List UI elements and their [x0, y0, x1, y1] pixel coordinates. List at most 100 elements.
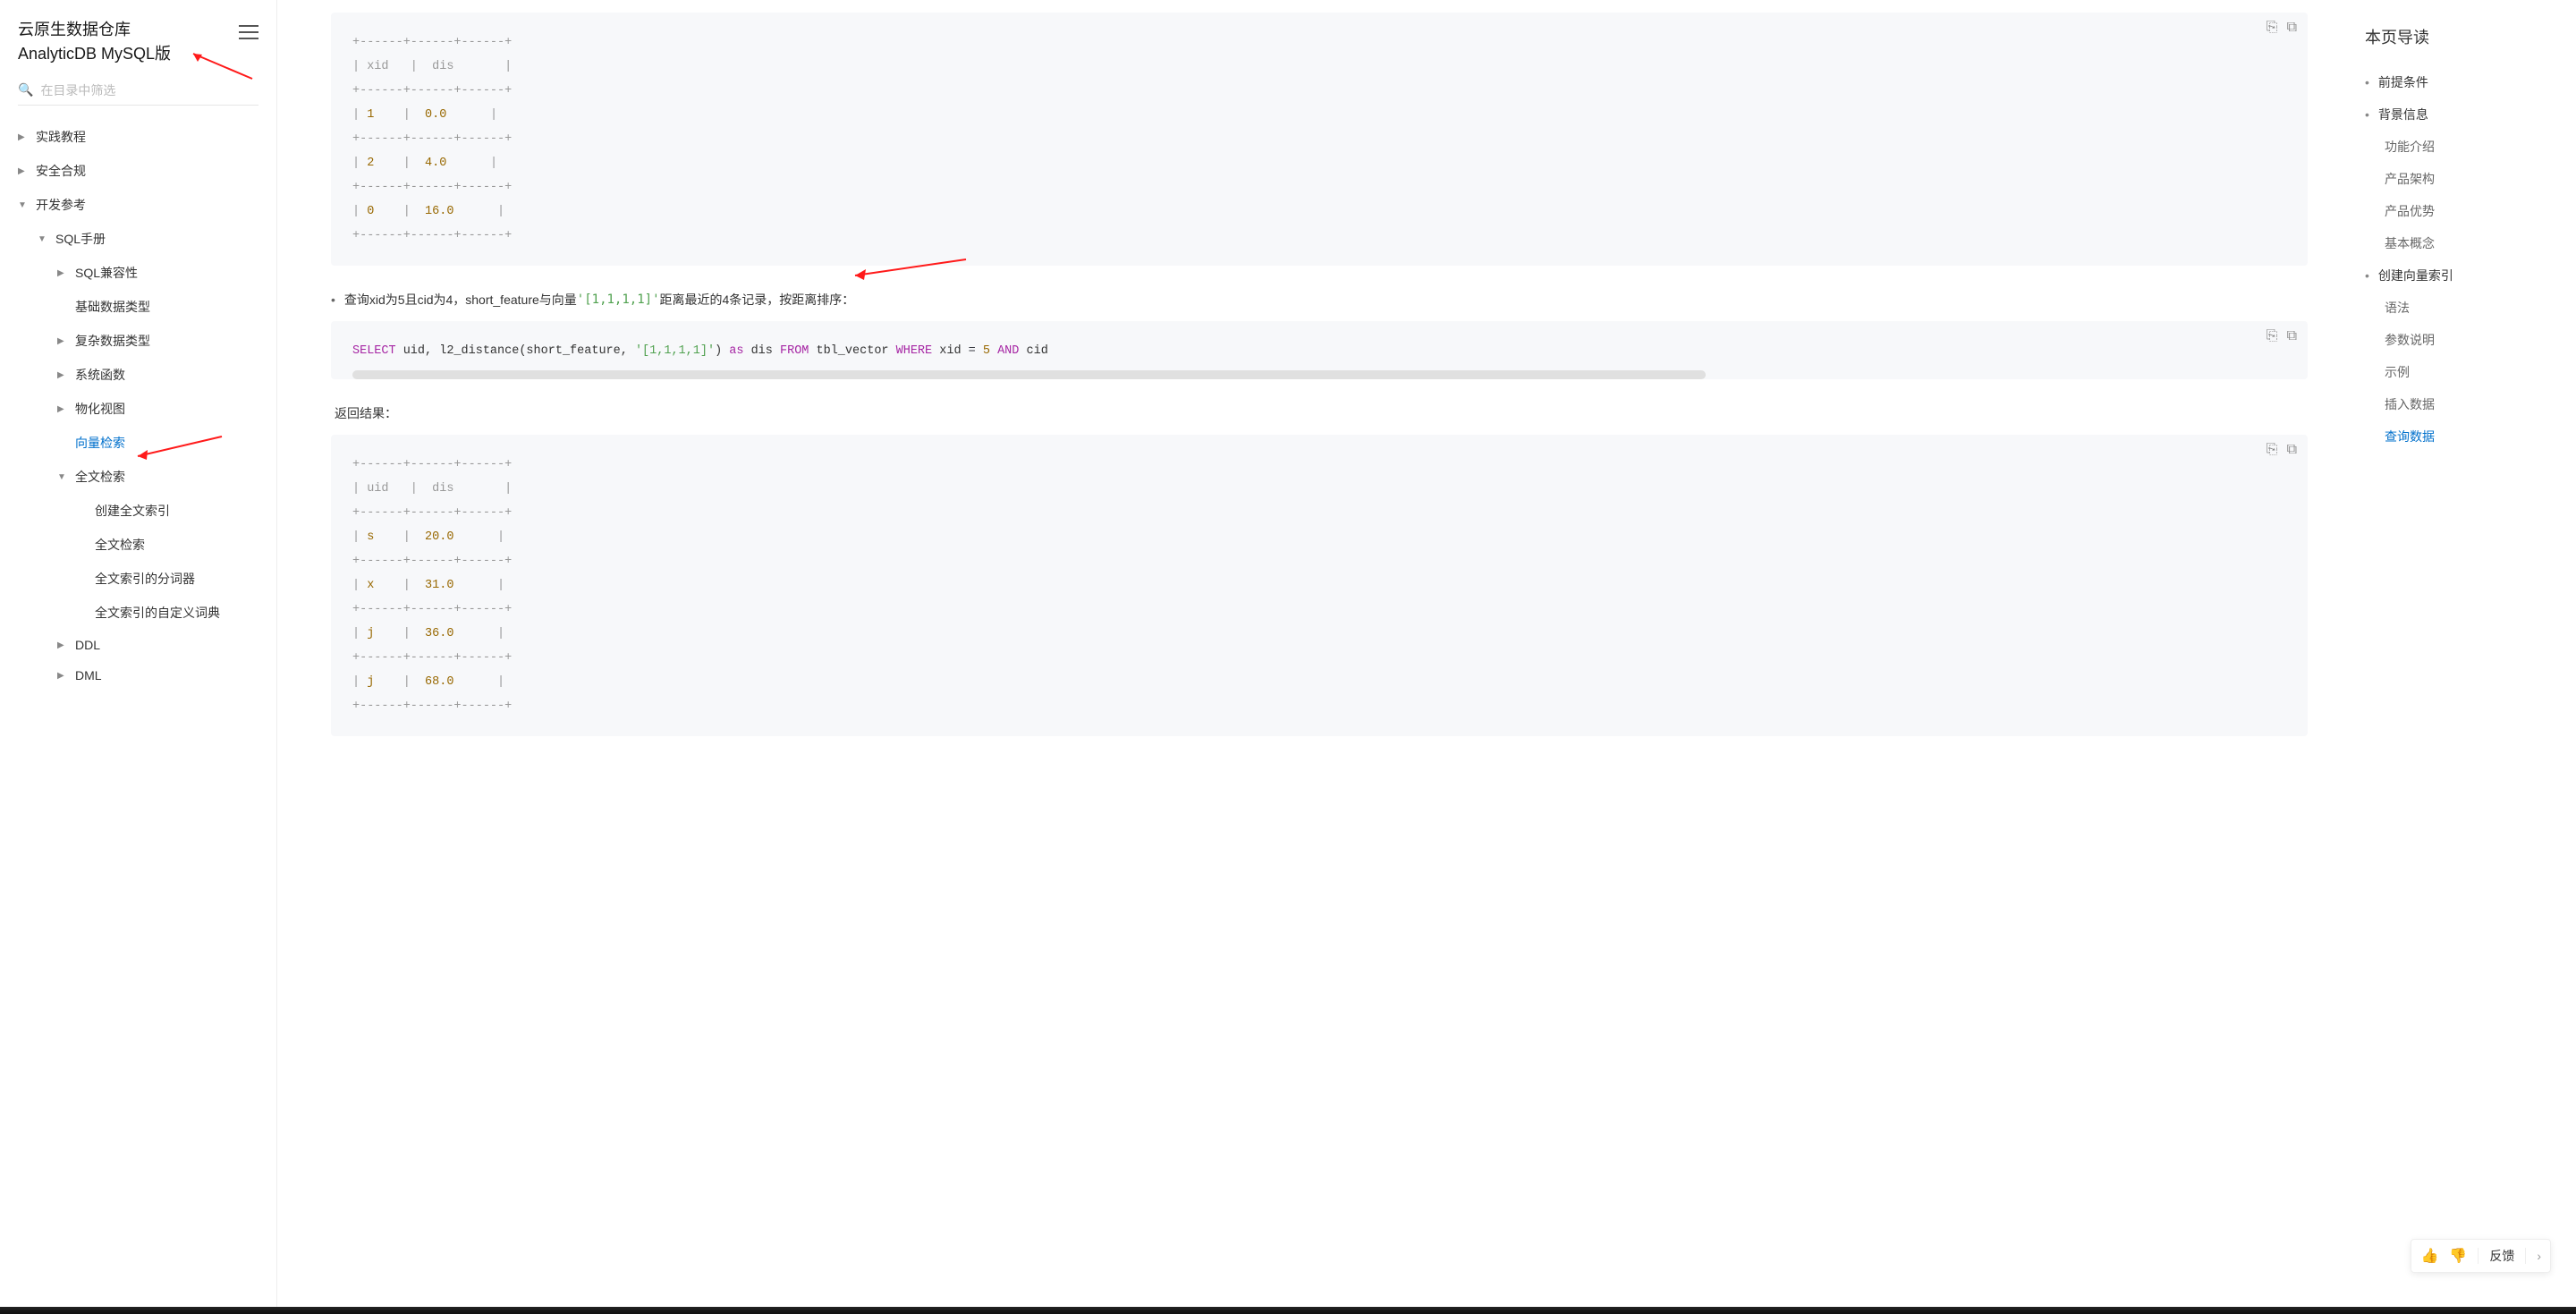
caret-icon: ▶ [57, 671, 70, 681]
query-description: 查询xid为5且cid为4，short_feature与向量 '[1,1,1,1… [331, 291, 2308, 309]
caret-icon: ▼ [57, 472, 70, 482]
copy-icon[interactable]: ⧉ [2287, 328, 2297, 344]
nav-item-5[interactable]: 基础数据类型 [18, 290, 258, 324]
feedback-widget: 👍 👎 反馈 › [2411, 1239, 2551, 1273]
nav-item-6[interactable]: ▶ 复杂数据类型 [18, 324, 258, 358]
nav-item-14[interactable]: 全文索引的自定义词典 [18, 596, 258, 630]
nav-item-9[interactable]: 向量检索 [18, 426, 258, 460]
chevron-right-icon[interactable]: › [2537, 1249, 2541, 1263]
caret-icon [77, 506, 89, 516]
horizontal-scrollbar[interactable] [352, 370, 1706, 379]
nav-item-1[interactable]: ▶ 安全合规 [18, 154, 258, 188]
result-table-2-pre: +------+------+------+ | uid | dis | +--… [352, 453, 2286, 736]
nav-item-label: SQL手册 [55, 230, 106, 248]
wrap-icon[interactable]: ⎘ [2267, 442, 2278, 458]
nav-item-4[interactable]: ▶ SQL兼容性 [18, 256, 258, 290]
toc-item-0[interactable]: 前提条件 [2365, 66, 2555, 98]
nav-item-label: 基础数据类型 [75, 298, 150, 316]
wrap-icon[interactable]: ⎘ [2267, 20, 2278, 36]
nav-item-15[interactable]: ▶ DDL [18, 630, 258, 660]
toc-item-2[interactable]: 功能介绍 [2365, 131, 2555, 163]
sql-query-pre: SELECT uid, l2_distance(short_feature, '… [352, 339, 2286, 370]
toc-item-10[interactable]: 插入数据 [2365, 388, 2555, 420]
nav-item-label: 向量检索 [75, 434, 125, 452]
thumbs-down-icon[interactable]: 👎 [2449, 1247, 2467, 1265]
left-sidebar: 云原生数据仓库 AnalyticDB MySQL版 🔍 ▶ 实践教程 ▶ 安全合规 ▼ 开… [0, 0, 277, 1314]
toc-item-8[interactable]: 参数说明 [2365, 324, 2555, 356]
nav-item-label: 全文索引的分词器 [95, 570, 195, 588]
nav-item-label: 安全合规 [36, 162, 86, 180]
toc-item-1[interactable]: 背景信息 [2365, 98, 2555, 131]
caret-icon: ▶ [57, 268, 70, 278]
caret-icon [77, 540, 89, 550]
nav-item-13[interactable]: 全文索引的分词器 [18, 562, 258, 596]
main-content: ⎘ ⧉ +------+------+------+ | xid | dis |… [277, 0, 2343, 1314]
toc-list: 前提条件背景信息功能介绍产品架构产品优势基本概念创建向量索引语法参数说明示例插入… [2365, 66, 2555, 453]
nav-item-label: 系统函数 [75, 366, 125, 384]
product-title: 云原生数据仓库 AnalyticDB MySQL版 [18, 18, 171, 66]
caret-icon: ▶ [18, 166, 30, 176]
toc-item-11[interactable]: 查询数据 [2365, 420, 2555, 453]
divider [2478, 1248, 2479, 1264]
nav-item-7[interactable]: ▶ 系统函数 [18, 358, 258, 392]
sidebar-search-input[interactable] [40, 83, 258, 97]
caret-icon [77, 608, 89, 618]
result-label: 返回结果： [335, 404, 2308, 422]
caret-icon: ▶ [57, 640, 70, 650]
toc-item-4[interactable]: 产品优势 [2365, 195, 2555, 227]
caret-icon [77, 574, 89, 584]
copy-icon[interactable]: ⧉ [2287, 442, 2297, 458]
nav-item-label: 复杂数据类型 [75, 332, 150, 350]
nav-item-11[interactable]: 创建全文索引 [18, 494, 258, 528]
nav-item-label: SQL兼容性 [75, 264, 138, 282]
nav-item-16[interactable]: ▶ DML [18, 660, 258, 691]
wrap-icon[interactable]: ⎘ [2267, 328, 2278, 344]
caret-icon: ▼ [38, 234, 50, 244]
nav-tree: ▶ 实践教程 ▶ 安全合规 ▼ 开发参考 ▼ SQL手册 ▶ SQL兼容性 基础数据类型 ▶ 复杂数据… [18, 120, 258, 691]
feedback-label[interactable]: 反馈 [2489, 1247, 2514, 1265]
search-icon: 🔍 [18, 82, 33, 97]
nav-item-12[interactable]: 全文检索 [18, 528, 258, 562]
toc-item-3[interactable]: 产品架构 [2365, 163, 2555, 195]
nav-item-10[interactable]: ▼ 全文检索 [18, 460, 258, 494]
nav-item-label: 创建全文索引 [95, 502, 170, 520]
nav-item-8[interactable]: ▶ 物化视图 [18, 392, 258, 426]
caret-icon [57, 438, 70, 448]
inline-vector-literal: '[1,1,1,1]' [577, 292, 660, 307]
hamburger-icon[interactable] [239, 25, 258, 39]
nav-item-0[interactable]: ▶ 实践教程 [18, 120, 258, 154]
divider [2525, 1248, 2526, 1264]
toc-item-7[interactable]: 语法 [2365, 292, 2555, 324]
toc-item-9[interactable]: 示例 [2365, 356, 2555, 388]
toc-item-6[interactable]: 创建向量索引 [2365, 259, 2555, 292]
caret-icon [57, 302, 70, 312]
toc-item-5[interactable]: 基本概念 [2365, 227, 2555, 259]
product-title-line1: 云原生数据仓库 [18, 18, 171, 42]
sql-query-block: ⎘ ⧉ SELECT uid, l2_distance(short_featur… [331, 321, 2308, 379]
nav-item-label: DDL [75, 638, 100, 652]
copy-icon[interactable]: ⧉ [2287, 20, 2297, 36]
os-taskbar [0, 1307, 2576, 1314]
nav-item-label: 全文索引的自定义词典 [95, 604, 220, 622]
caret-icon: ▶ [57, 336, 70, 346]
thumbs-up-icon[interactable]: 👍 [2420, 1247, 2438, 1265]
nav-item-label: 开发参考 [36, 196, 86, 214]
caret-icon: ▶ [57, 370, 70, 380]
nav-item-label: 全文检索 [95, 536, 145, 554]
nav-item-label: 实践教程 [36, 128, 86, 146]
caret-icon: ▼ [18, 200, 30, 210]
nav-item-label: 全文检索 [75, 468, 125, 486]
result-table-1-pre: +------+------+------+ | xid | dis | +--… [352, 30, 2286, 266]
right-toc: 本页导读 前提条件背景信息功能介绍产品架构产品优势基本概念创建向量索引语法参数说… [2343, 0, 2576, 1314]
nav-item-3[interactable]: ▼ SQL手册 [18, 222, 258, 256]
product-title-line2: AnalyticDB MySQL版 [18, 42, 171, 66]
caret-icon: ▶ [18, 132, 30, 142]
caret-icon: ▶ [57, 404, 70, 414]
result-table-2: ⎘ ⧉ +------+------+------+ | uid | dis |… [331, 435, 2308, 736]
result-table-1: ⎘ ⧉ +------+------+------+ | xid | dis |… [331, 13, 2308, 266]
nav-item-label: 物化视图 [75, 400, 125, 418]
sidebar-search[interactable]: 🔍 [18, 82, 258, 106]
nav-item-2[interactable]: ▼ 开发参考 [18, 188, 258, 222]
toc-title: 本页导读 [2365, 25, 2555, 48]
nav-item-label: DML [75, 668, 102, 682]
